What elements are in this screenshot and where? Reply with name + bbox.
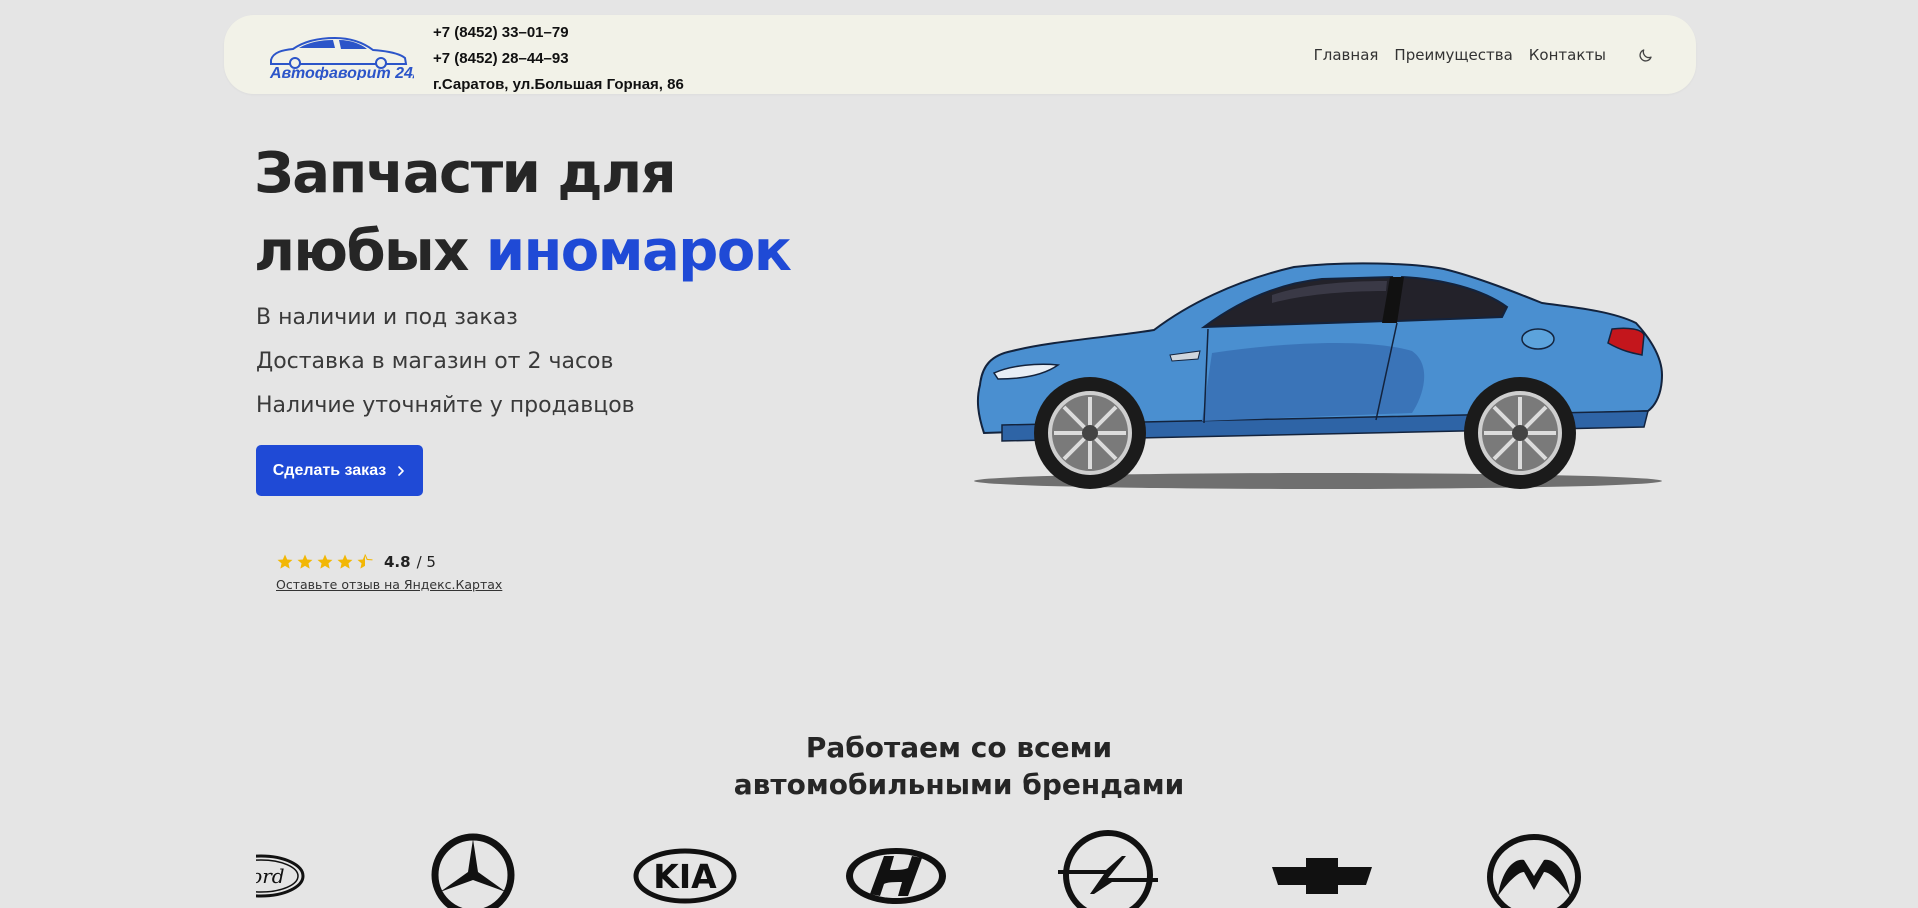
brands-title: Работаем со всеми автомобильными брендам… xyxy=(0,729,1918,803)
address: г.Саратов, ул.Большая Горная, 86 xyxy=(433,76,684,93)
contacts: +7 (8452) 33–01–79 +7 (8452) 28–44–93 г.… xyxy=(433,20,684,98)
star-icon xyxy=(297,554,313,569)
brands-title-line1: Работаем со всеми xyxy=(805,731,1113,764)
moon-icon xyxy=(1638,49,1652,62)
main-nav: Главная Преимущества Контакты xyxy=(1314,15,1658,94)
star-half-icon xyxy=(357,554,373,569)
chevrolet-logo[interactable] xyxy=(1270,830,1374,908)
brands-title-line2: автомобильными брендами xyxy=(733,768,1185,801)
hero-title: Запчасти для любых иномарок xyxy=(254,135,792,291)
theme-toggle-button[interactable] xyxy=(1634,43,1658,67)
kia-logo-text: KIA xyxy=(653,857,717,896)
chevron-right-icon xyxy=(398,465,405,476)
order-button-label: Сделать заказ xyxy=(272,461,387,479)
nav-contacts[interactable]: Контакты xyxy=(1529,46,1606,64)
hyundai-logo[interactable] xyxy=(844,830,948,908)
phone-2[interactable]: +7 (8452) 28–44–93 xyxy=(433,46,684,72)
brands-carousel: Ford KIA xyxy=(256,830,1662,908)
car-illustration xyxy=(974,262,1664,489)
kia-logo[interactable]: KIA xyxy=(633,830,737,908)
logo-text: Автофаворит 24/7 xyxy=(269,65,414,80)
feature-list: В наличии и под заказ Доставка в магазин… xyxy=(256,296,635,428)
review-link[interactable]: Оставьте отзыв на Яндекс.Картах xyxy=(276,577,502,592)
ford-logo-text: Ford xyxy=(256,864,285,888)
nav-advantages[interactable]: Преимущества xyxy=(1394,46,1512,64)
star-icon xyxy=(337,554,353,569)
hero-title-line1: Запчасти для xyxy=(254,141,677,206)
rating-max: / 5 xyxy=(416,553,436,571)
star-icon xyxy=(317,554,333,569)
logo[interactable]: Автофаворит 24/7 xyxy=(269,30,414,80)
order-button[interactable]: Сделать заказ xyxy=(256,445,423,496)
feature-item: Наличие уточняйте у продавцов xyxy=(256,393,635,418)
ford-logo[interactable]: Ford xyxy=(256,830,306,908)
rating-value: 4.8 xyxy=(384,553,411,571)
phone-1[interactable]: +7 (8452) 33–01–79 xyxy=(433,20,684,46)
feature-item: Доставка в магазин от 2 часов xyxy=(256,349,614,374)
site-header: Автофаворит 24/7 +7 (8452) 33–01–79 +7 (… xyxy=(224,15,1696,94)
rating-widget: 4.8 / 5 Оставьте отзыв на Яндекс.Картах xyxy=(276,553,502,592)
rating-stars xyxy=(276,553,374,571)
mercedes-logo[interactable] xyxy=(430,830,516,908)
hero-title-line2: любых xyxy=(254,219,486,284)
star-icon xyxy=(277,554,293,569)
feature-item: В наличии и под заказ xyxy=(256,305,518,330)
nav-home[interactable]: Главная xyxy=(1314,46,1379,64)
opel-logo[interactable] xyxy=(1056,830,1160,908)
mazda-logo[interactable] xyxy=(1482,830,1586,908)
hero-title-accent: иномарок xyxy=(485,219,792,284)
